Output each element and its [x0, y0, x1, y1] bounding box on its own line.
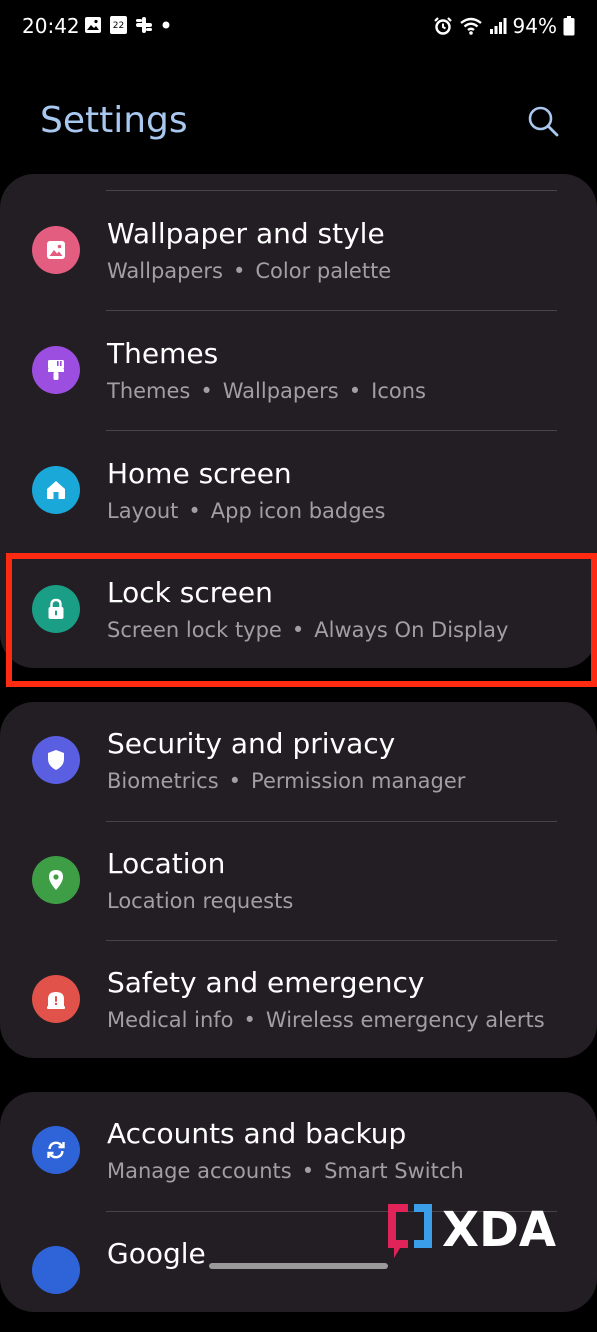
- item-title: Home screen: [107, 457, 292, 490]
- item-subtitle: Manage accounts • Smart Switch: [107, 1159, 464, 1183]
- highlight-box: [6, 553, 597, 687]
- settings-item-wallpaper-and-style[interactable]: Wallpaper and style Wallpapers • Color pal…: [0, 191, 597, 311]
- status-time: 20:42: [22, 14, 80, 38]
- xda-watermark-logo: XDA: [386, 1200, 586, 1266]
- battery-icon: [563, 16, 575, 36]
- item-title: Security and privacy: [107, 727, 396, 760]
- location-pin-icon: [32, 856, 80, 904]
- item-title: Google: [107, 1237, 206, 1270]
- search-button[interactable]: [526, 104, 560, 138]
- item-subtitle: Layout • App icon badges: [107, 499, 386, 523]
- svg-text:XDA: XDA: [442, 1202, 556, 1258]
- alarm-icon: [433, 17, 452, 35]
- paintbrush-icon: [32, 346, 80, 394]
- item-title: Accounts and backup: [107, 1117, 407, 1150]
- item-subtitle: Biometrics • Permission manager: [107, 769, 466, 793]
- settings-item-themes[interactable]: Themes Themes • Wallpapers • Icons: [0, 311, 597, 431]
- item-subtitle: Medical info • Wireless emergency alerts: [107, 1008, 545, 1032]
- item-title: Themes: [107, 337, 219, 370]
- wifi-icon: [459, 17, 482, 35]
- slack-notification-icon: [136, 17, 152, 33]
- battery-percentage: 94%: [512, 14, 557, 38]
- item-subtitle: Themes • Wallpapers • Icons: [107, 379, 426, 403]
- item-title: Safety and emergency: [107, 966, 425, 999]
- sync-icon: [32, 1126, 80, 1174]
- settings-item-security-and-privacy[interactable]: Security and privacy Biometrics • Permissi…: [0, 702, 597, 822]
- settings-item-safety-and-emergency[interactable]: Safety and emergency Medical info • Wirele…: [0, 941, 597, 1061]
- home-icon: [32, 466, 80, 514]
- page-title: Settings: [40, 100, 188, 141]
- navigation-handle[interactable]: [209, 1263, 388, 1269]
- notification-icons: 22: [84, 16, 171, 34]
- item-subtitle: Wallpapers • Color palette: [107, 259, 392, 283]
- item-title: Location: [107, 847, 226, 880]
- settings-item-accounts-and-backup[interactable]: Accounts and backup Manage accounts • Smar…: [0, 1092, 597, 1212]
- settings-item-location[interactable]: Location Location requests: [0, 822, 597, 942]
- settings-item-home-screen[interactable]: Home screen Layout • App icon badges: [0, 431, 597, 551]
- emergency-icon: [32, 975, 80, 1023]
- shield-icon: [32, 736, 80, 784]
- wallpaper-icon: [32, 226, 80, 274]
- item-subtitle: Location requests: [107, 889, 294, 913]
- calendar-notification-icon: 22: [110, 16, 127, 34]
- gallery-notification-icon: [85, 17, 101, 33]
- item-title: Wallpaper and style: [107, 217, 385, 250]
- search-icon: [528, 106, 559, 137]
- settings-card-security: Security and privacy Biometrics • Permissi…: [0, 702, 597, 1058]
- google-icon: [32, 1246, 80, 1294]
- signal-icon: [489, 18, 507, 34]
- system-status-icons: 94%: [433, 14, 575, 38]
- more-notifications-dot-icon: [162, 21, 170, 29]
- status-bar: 20:42 22 94%: [0, 0, 597, 52]
